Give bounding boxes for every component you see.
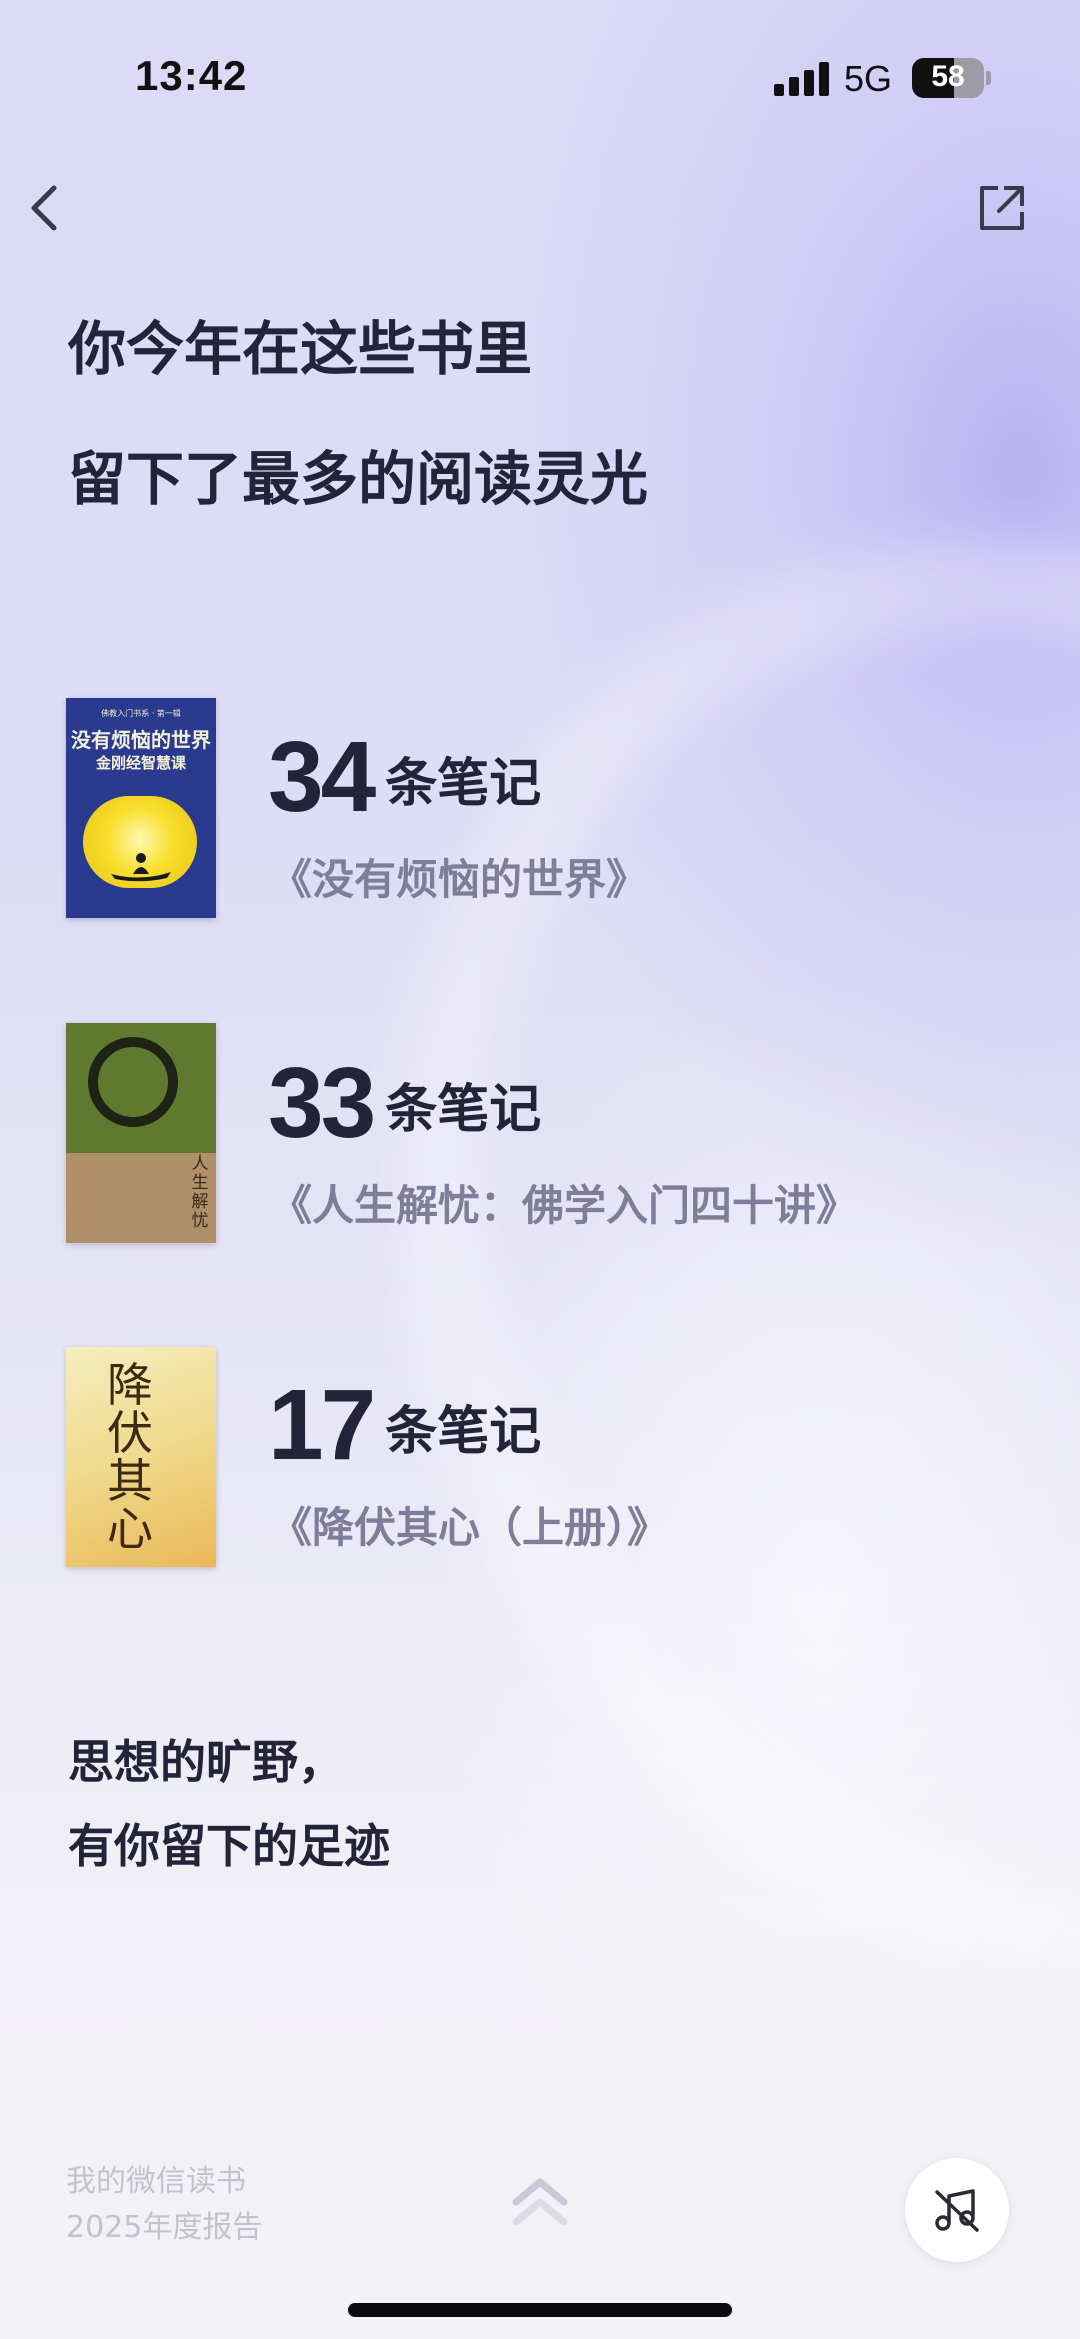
note-count-number: 17 — [268, 1369, 376, 1481]
book-cover-image: 降伏其心 — [66, 1347, 216, 1567]
signal-icon — [774, 62, 830, 96]
book-title-2[interactable]: 《人生解忧：佛学入门四十讲》 — [270, 1172, 858, 1233]
cover-series-text: 佛教入门书系 · 第一辑 — [101, 709, 181, 718]
cover-subtitle: 金刚经智慧课 — [95, 754, 186, 772]
report-label-line-2: 2025年度报告 — [66, 2210, 263, 2245]
book-title-1[interactable]: 《没有烦恼的世界》 — [270, 846, 648, 907]
double-chevron-up-icon — [512, 2178, 568, 2226]
note-count-2: 33 条笔记 — [268, 1053, 542, 1153]
status-bar: 13:42 5G 58 — [0, 0, 1080, 150]
book-cover-image: 佛教入门书系 · 第一辑 没有烦恼的世界 金刚经智慧课 — [66, 698, 216, 918]
report-label-line-1: 我的微信读书 — [66, 2164, 246, 2199]
note-count-number: 34 — [268, 721, 376, 833]
enso-circle-graphic — [88, 1037, 178, 1127]
note-count-number: 33 — [268, 1047, 376, 1159]
status-time: 13:42 — [135, 52, 248, 99]
back-button[interactable] — [18, 178, 78, 238]
home-indicator — [348, 2303, 732, 2317]
battery-tip — [986, 71, 991, 85]
battery-icon: 58 — [912, 58, 984, 98]
share-external-icon — [980, 186, 1024, 230]
swipe-up-button[interactable] — [508, 2172, 572, 2232]
network-type: 5G — [844, 58, 893, 99]
footer-slogan: 思想的旷野， 有你留下的足迹 — [68, 1726, 390, 1873]
page-title-line-2: 留下了最多的阅读灵光 — [68, 445, 649, 513]
book-cover-image: 人生解忧 — [66, 1023, 216, 1243]
book-cover-3[interactable]: 降伏其心 — [66, 1347, 216, 1567]
page-title: 你今年在这些书里 留下了最多的阅读灵光 — [68, 320, 648, 508]
book-title-3[interactable]: 《降伏其心（上册）》 — [270, 1494, 669, 1555]
note-count-1: 34 条笔记 — [268, 727, 542, 827]
music-toggle-button[interactable] — [905, 2158, 1009, 2262]
cover-title-vertical: 降伏其心 — [107, 1358, 153, 1556]
cover-side-title: 人生解忧 — [191, 1154, 209, 1231]
battery-level: 58 — [931, 60, 965, 93]
note-count-unit: 条笔记 — [385, 1402, 542, 1462]
page-title-line-1: 你今年在这些书里 — [68, 315, 533, 383]
cover-title: 没有烦恼的世界 — [71, 728, 211, 752]
report-label: 我的微信读书 2025年度报告 — [66, 2159, 262, 2251]
book-cover-2[interactable]: 人生解忧 — [66, 1023, 216, 1243]
note-count-3: 17 条笔记 — [268, 1375, 542, 1475]
footer-slogan-line-2: 有你留下的足迹 — [68, 1819, 390, 1873]
footer-slogan-line-1: 思想的旷野， — [68, 1735, 344, 1789]
note-count-unit: 条笔记 — [385, 754, 542, 814]
boat-silhouette-icon — [111, 853, 171, 882]
music-off-icon — [935, 2189, 979, 2232]
chevron-left-icon — [31, 185, 57, 231]
note-count-unit: 条笔记 — [385, 1080, 542, 1140]
book-cover-1[interactable]: 佛教入门书系 · 第一辑 没有烦恼的世界 金刚经智慧课 — [66, 698, 216, 918]
share-button[interactable] — [972, 178, 1032, 238]
